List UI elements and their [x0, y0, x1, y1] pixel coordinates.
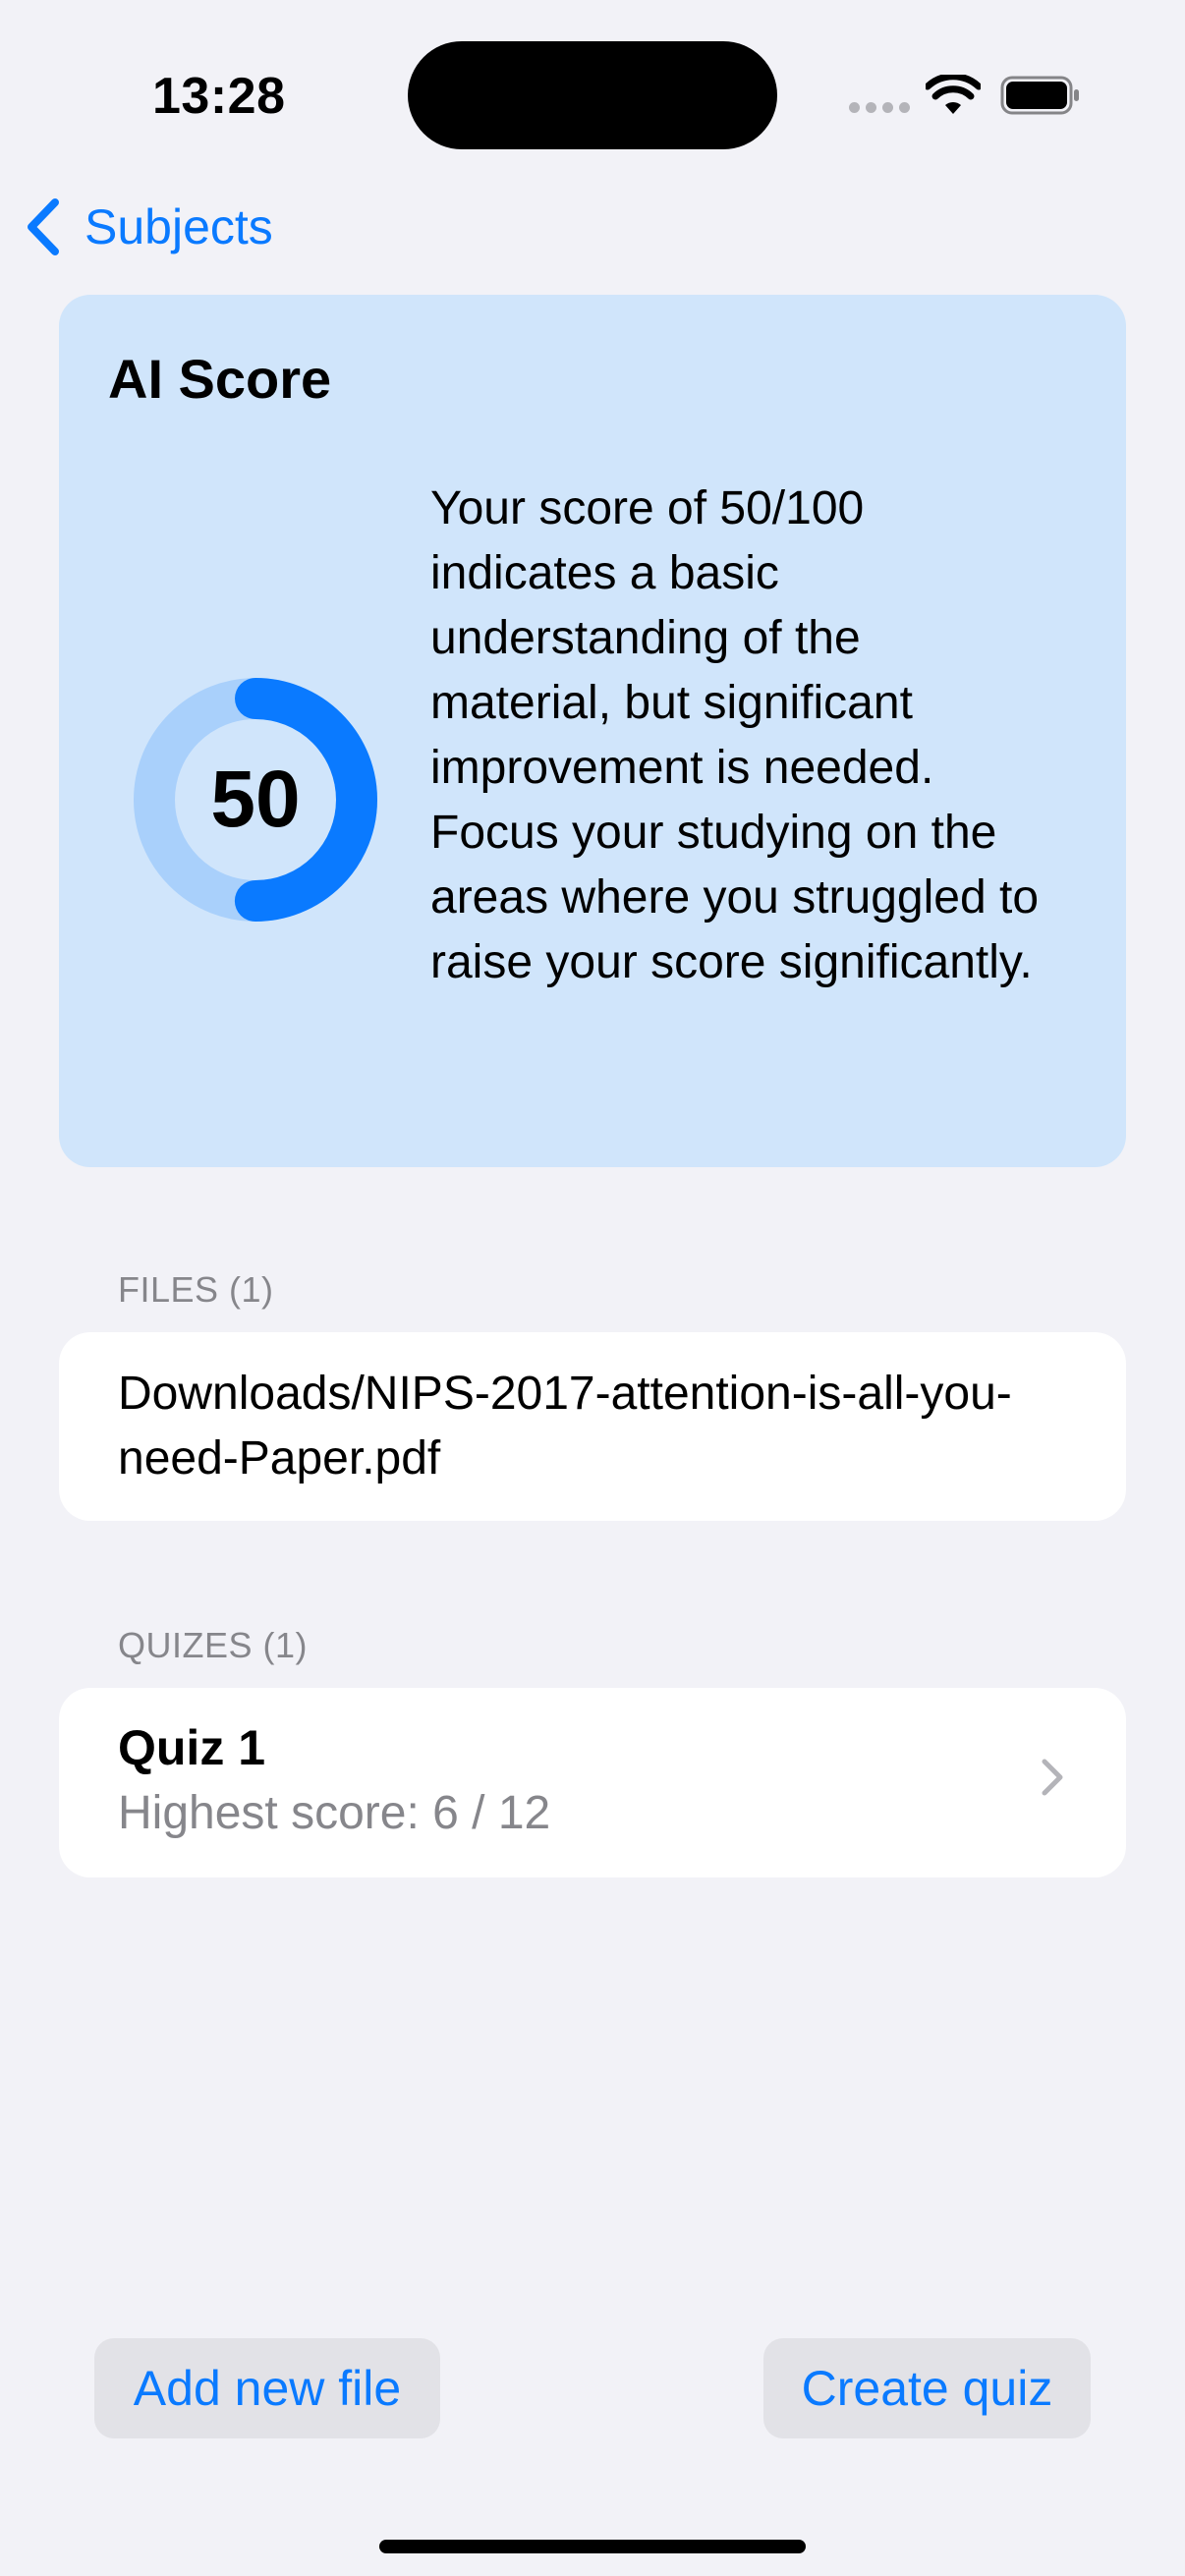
- quizzes-section-header: QUIZES (1): [118, 1625, 309, 1665]
- score-description: Your score of 50/100 indicates a basic u…: [430, 482, 1040, 988]
- subject-detail-screen: 13:28 Subjects AI Score 50 Your score of…: [0, 0, 1185, 2576]
- quiz-row[interactable]: Quiz 1 Highest score: 6 / 12: [59, 1688, 1126, 1877]
- chevron-left-icon: [28, 198, 59, 255]
- home-indicator: [379, 2540, 806, 2553]
- quiz-title: Quiz 1: [118, 1720, 266, 1775]
- wifi-icon: [926, 75, 981, 114]
- back-button[interactable]: Subjects: [24, 196, 273, 257]
- status-time: 13:28: [152, 68, 286, 125]
- chevron-right-icon: [1042, 1759, 1063, 1796]
- cellular-signal-icon: [849, 102, 910, 113]
- dynamic-island: [408, 41, 777, 149]
- battery-icon: [1000, 76, 1079, 115]
- score-value: 50: [210, 755, 301, 844]
- add-new-file-button[interactable]: Add new file: [94, 2338, 440, 2438]
- quiz-highest-score: Highest score: 6 / 12: [118, 1787, 551, 1839]
- files-list: Downloads/NIPS-2017-attention-is-all-you…: [59, 1332, 1126, 1521]
- create-quiz-button[interactable]: Create quiz: [763, 2338, 1091, 2438]
- file-item[interactable]: Downloads/NIPS-2017-attention-is-all-you…: [118, 1362, 1091, 1491]
- score-card-title: AI Score: [108, 348, 332, 410]
- back-label: Subjects: [85, 199, 273, 254]
- ai-score-card: AI Score 50 Your score of 50/100 indicat…: [59, 295, 1126, 1167]
- files-section-header: FILES (1): [118, 1269, 274, 1310]
